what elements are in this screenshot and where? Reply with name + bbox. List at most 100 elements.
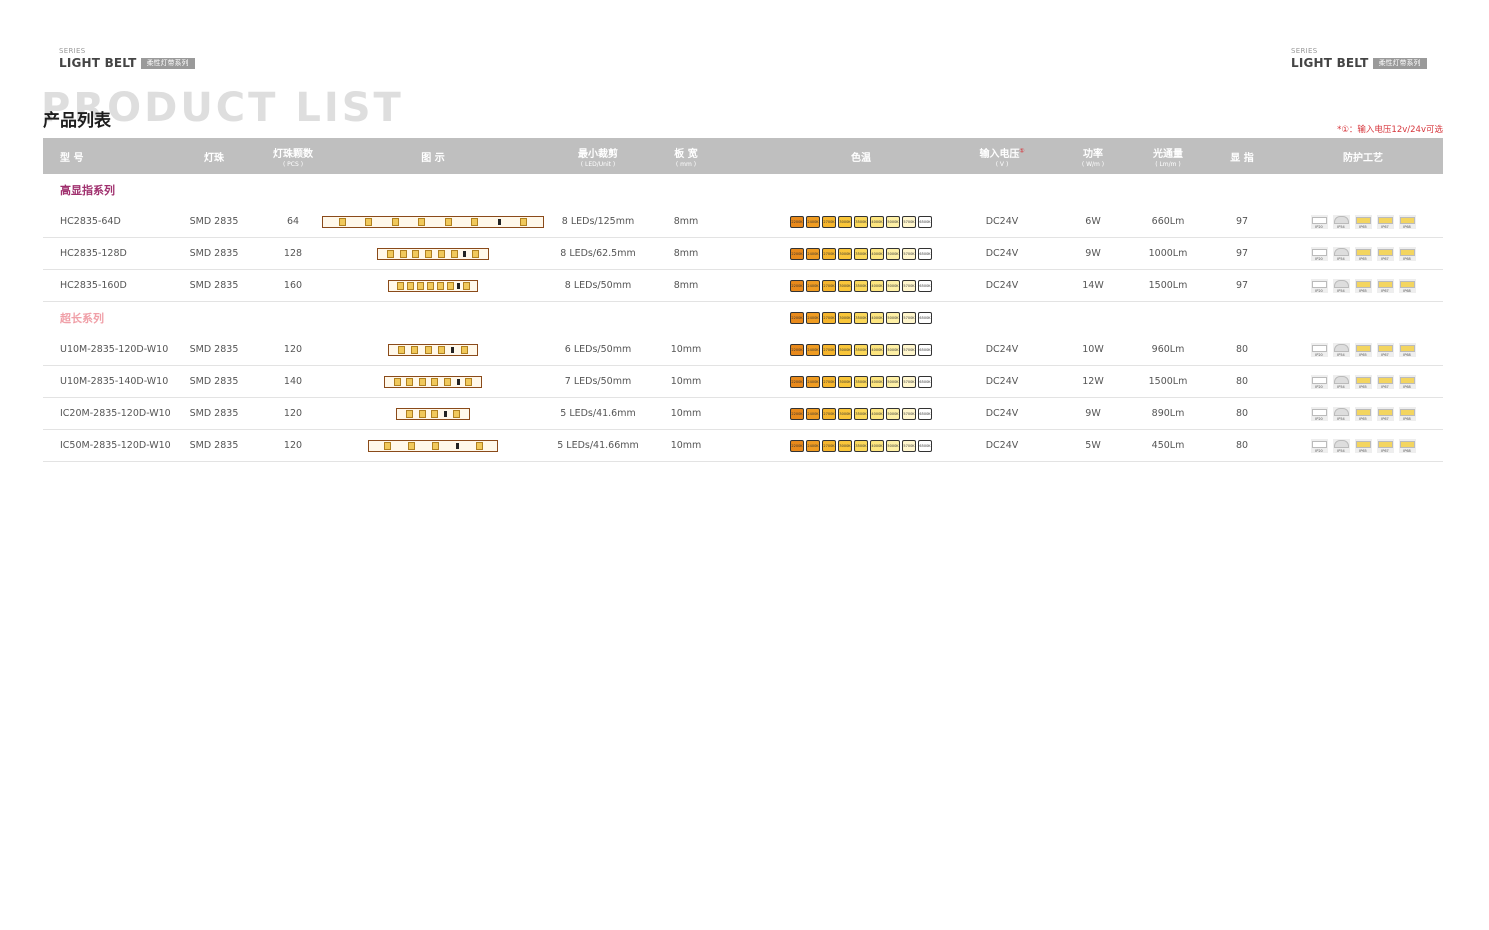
led-chip [426,281,434,290]
category-name: 高显指系列 [60,184,115,197]
ip-rating-icon: IP54 [1332,406,1350,421]
ip-label: IP20 [1315,352,1323,357]
ip-rating-icon: IP54 [1332,438,1350,453]
width-cell: 8mm [656,206,716,237]
cct-swatch: 5000K [885,439,901,452]
power-cell: 9W [1073,238,1113,269]
cct-swatch: 5700K [901,375,917,388]
image-cell [313,238,553,269]
led-chip [399,249,407,258]
ip-label: IP54 [1337,416,1345,421]
led-chip [444,377,452,386]
ip-label: IP68 [1403,384,1411,389]
cct-swatch: 4000K [869,439,885,452]
ip-rating-icon: IP68 [1398,406,1416,421]
table-row: U10M-2835-120D-W10 SMD 2835 120 6 LEDs/50mm… [43,334,1443,366]
flux-cell-text: 1000Lm [1148,248,1188,259]
led-chip [393,377,401,386]
cct-swatch: 6500K [917,407,933,420]
led-cell-text: SMD 2835 [189,344,239,355]
ip-rating-icon: IP54 [1332,374,1350,389]
led-chip [425,249,433,258]
ip-label: IP65 [1359,224,1367,229]
table-header: 型 号 灯珠 灯珠颗数( PCS ) 图 示 最小裁剪( LED/Unit ) … [43,138,1443,174]
width-cell-text: 10mm [670,440,702,451]
ip-glyph [1377,376,1393,384]
width-cell-text: 8mm [673,216,699,227]
width-cell: 10mm [656,398,716,429]
ip-label: IP54 [1337,352,1345,357]
led-chip [436,281,444,290]
ip-rating-icon: IP54 [1332,246,1350,261]
ip-label: IP20 [1315,256,1323,261]
cct-swatch: 2400K [805,247,821,260]
ip-glyph [1355,216,1371,224]
led-chip [416,281,424,290]
cct-swatch: 4000K [869,279,885,292]
led-chip [463,250,467,257]
led-chip [453,409,461,418]
cut-cell: 5 LEDs/41.66mm [548,430,648,461]
led-strip-image [368,439,498,452]
cct-cell: 2200K 2400K 2700K 3000K 3500K 4000K 5000K 5700K… [781,238,941,269]
count-cell-text: 120 [283,440,303,451]
ip-label: IP20 [1315,288,1323,293]
led-chip [407,441,415,450]
ip-label: IP67 [1381,384,1389,389]
col-model: 型 号 [60,152,84,164]
cct-swatch: 3000K [837,343,853,356]
led-chip [398,345,406,354]
cct-swatch: 3000K [837,247,853,260]
led-cell-text: SMD 2835 [189,376,239,387]
led-chip [444,410,448,417]
cct-swatch: 5700K [901,439,917,452]
cri-cell-text: 97 [1235,216,1249,227]
voltage-cell-text: DC24V [985,344,1019,355]
ip-glyph [1333,375,1349,384]
led-chip [437,249,445,258]
category-label: 超长系列 [60,302,260,334]
ip-rating-icon: IP65 [1354,374,1372,389]
model-cell: IC50M-2835-120D-W10 [60,430,190,461]
flux-cell: 450Lm [1138,430,1198,461]
cct-swatch: 2400K [805,312,821,324]
model-cell-text: HC2835-128D [60,248,127,259]
ip-label: IP67 [1381,416,1389,421]
ip-cell: IP20 IP54 IP65 IP67 IP68 [1298,398,1428,429]
led-chip [406,377,414,386]
cri-cell: 97 [1222,238,1262,269]
voltage-cell-text: DC24V [985,248,1019,259]
cct-swatch: 6500K [917,439,933,452]
ip-label: IP65 [1359,384,1367,389]
cct-swatch: 3000K [837,439,853,452]
led-chip [451,346,455,353]
ip-icons: IP20 IP54 IP65 IP67 IP68 [1310,406,1416,421]
brand-name: LIGHT BELT [1291,56,1369,70]
cct-swatch: 3000K [837,407,853,420]
power-cell-text: 9W [1085,248,1101,259]
col-flux: 光通量( Lm/m ) [1153,148,1183,168]
voltage-cell: DC24V [972,270,1032,301]
voltage-cell-text: DC24V [985,408,1019,419]
series-label: SERIES [1291,47,1318,55]
ip-rating-icon: IP67 [1376,438,1394,453]
count-cell-text: 140 [283,376,303,387]
led-chip [462,281,470,290]
cct-swatch: 3500K [853,279,869,292]
ip-cell: IP20 IP54 IP65 IP67 IP68 [1298,430,1428,461]
ip-cell: IP20 IP54 IP65 IP67 IP68 [1298,206,1428,237]
ip-glyph [1311,248,1327,256]
cut-cell-text: 8 LEDs/125mm [561,216,635,227]
cct-swatch: 4000K [869,407,885,420]
ip-rating-icon: IP68 [1398,214,1416,229]
led-chip [446,281,454,290]
cut-cell-text: 6 LEDs/50mm [564,344,632,355]
ip-rating-icon: IP54 [1332,214,1350,229]
model-cell-text: IC20M-2835-120D-W10 [60,408,171,419]
cct-swatch: 2200K [789,247,805,260]
width-cell-text: 8mm [673,248,699,259]
col-ip: 防护工艺 [1343,152,1383,164]
ip-label: IP54 [1337,448,1345,453]
cct-swatch: 4000K [869,247,885,260]
ip-label: IP68 [1403,224,1411,229]
